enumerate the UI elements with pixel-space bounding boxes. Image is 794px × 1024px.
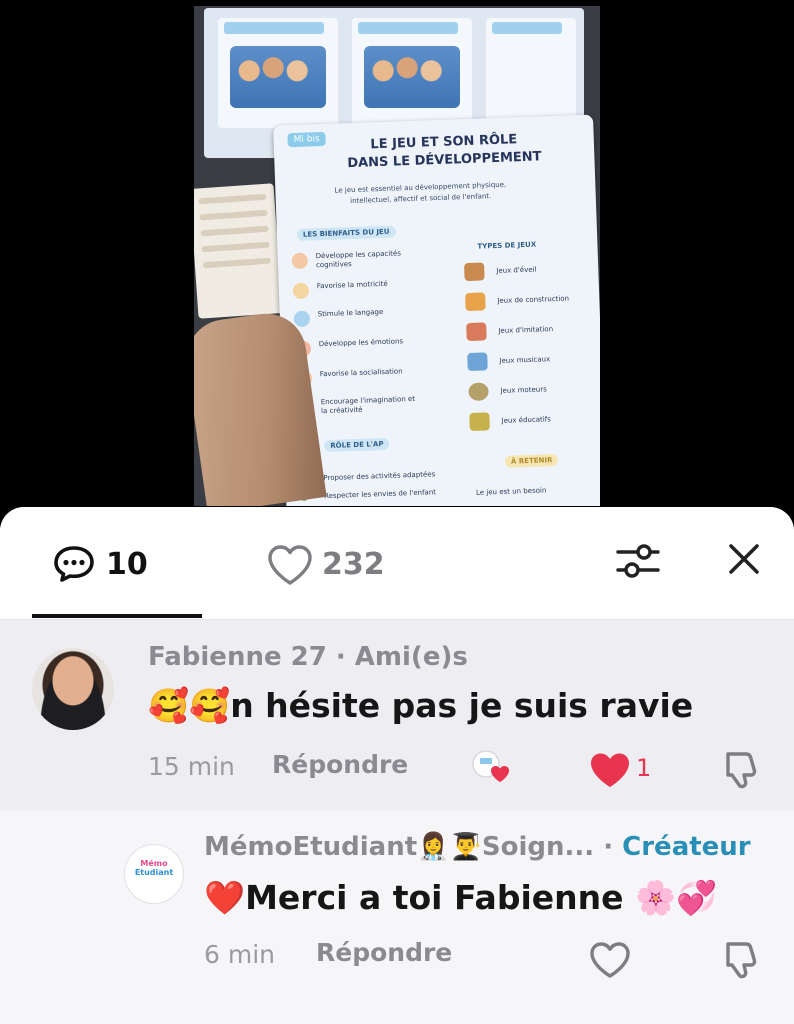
types-heading: TYPES DE JEUX [477, 241, 536, 251]
emoji: 🥰🥰 [148, 686, 231, 725]
retenir-text: Le jeu est un besoin [476, 482, 600, 506]
side-card [194, 183, 283, 319]
retenir-heading: À RETENIR [504, 453, 559, 468]
comment-text: 🥰🥰n hésite pas je suis ravie [148, 686, 693, 726]
dislike-icon[interactable] [720, 938, 764, 982]
tab-comments[interactable]: 10 [32, 535, 202, 619]
benefit-item: Développe les capacités cognitives [291, 246, 433, 273]
types-heading-label: TYPES DE JEUX [477, 240, 537, 251]
heart-outline-icon[interactable] [588, 940, 632, 980]
game-type-label: Jeux éducatifs [501, 415, 551, 425]
comment-author[interactable]: MémoEtudiant👩‍⚕️👨‍🎓Soign... · Créateur [204, 832, 751, 862]
filter-sliders-icon[interactable] [614, 539, 662, 583]
role-label: Respecter les envies de l'enfant [323, 488, 437, 501]
active-tab-indicator [32, 614, 202, 618]
game-type-label: Jeux d'imitation [498, 325, 554, 335]
logo-line: Mémo [140, 859, 168, 868]
comment-bubble-icon [54, 546, 94, 582]
card-intro: Le jeu est essentiel au développement ph… [334, 180, 507, 206]
role-heading: RÔLE DE L'AP [324, 437, 390, 453]
video-frame: Mi bis LE JEU ET SON RÔLE DANS LE DÉVELO… [194, 6, 600, 506]
benefits-heading: LES BIENFAITS DU JEU [296, 225, 396, 241]
username: Fabienne 27 [148, 642, 327, 672]
dislike-icon[interactable] [720, 748, 764, 792]
game-type-item: Jeux d'éveil [464, 259, 595, 286]
role-heading-label: RÔLE DE L'AP [324, 437, 390, 453]
logo-line: Etudiant [134, 868, 174, 877]
role-label: Proposer des activités adaptées [323, 470, 436, 483]
benefit-item: Stimule le langage [293, 304, 435, 331]
comments-sheet: 10 232 Fabienne 27 · Ami(e)s 🥰🥰n hésite … [0, 507, 794, 1024]
likes-count: 232 [322, 547, 385, 582]
poster-image [352, 18, 472, 128]
teddy-bear-icon [464, 262, 485, 282]
separator: · [594, 832, 623, 862]
retenir-heading-label: À RETENIR [504, 453, 559, 468]
heart-filled-icon[interactable] [588, 750, 632, 790]
game-type-item: Jeux éducatifs [469, 408, 600, 435]
like-count: 1 [636, 754, 652, 782]
game-type-item: Jeux musicaux [467, 349, 598, 376]
comment-text: ❤️Merci a toi Fabienne 🌸💞 [204, 878, 718, 917]
card-title: LE JEU ET SON RÔLE DANS LE DÉVELOPPEMENT [314, 129, 575, 174]
creator-liked-badge-icon [472, 750, 509, 782]
retenir-label: Le jeu est un besoin [475, 486, 547, 497]
ball-icon [468, 382, 489, 402]
info-card: Mi bis LE JEU ET SON RÔLE DANS LE DÉVELO… [273, 114, 600, 506]
benefit-label: Favorise la socialisation [319, 367, 403, 379]
benefit-label: Favorise la motricité [316, 279, 388, 291]
game-type-label: Jeux de construction [497, 294, 570, 305]
game-type-item: Jeux d'imitation [466, 319, 597, 346]
game-type-label: Jeux moteurs [500, 385, 547, 395]
avatar[interactable] [32, 648, 114, 730]
poster-image [218, 18, 338, 128]
game-type-label: Jeux musicaux [499, 355, 551, 365]
comment-item: Fabienne 27 · Ami(e)s 🥰🥰n hésite pas je … [0, 620, 794, 810]
game-type-item: Jeux moteurs [468, 379, 599, 406]
poster-image [486, 18, 576, 128]
comment-time: 6 min [204, 940, 275, 969]
xylophone-icon [467, 352, 488, 372]
benefit-label: Encourage l'imagination et la créativité [320, 394, 416, 416]
comment-reply-item: Mémo Etudiant MémoEtudiant👩‍⚕️👨‍🎓Soign...… [0, 812, 794, 1024]
comment-time: 15 min [148, 752, 235, 781]
benefit-label: Développe les capacités cognitives [315, 249, 402, 270]
benefit-label: Développe les émotions [318, 337, 404, 349]
benefit-label: Stimule le langage [317, 307, 384, 319]
game-type-item: Jeux de construction [465, 289, 596, 316]
avatar[interactable]: Mémo Etudiant [124, 844, 184, 904]
close-icon[interactable] [722, 537, 766, 581]
kitchen-toy-icon [466, 322, 487, 342]
benefit-item: Développe les émotions [294, 334, 436, 361]
blocks-icon [465, 292, 486, 312]
sheet-tab-bar: 10 232 [0, 507, 794, 620]
game-type-label: Jeux d'éveil [496, 265, 537, 276]
memo-etudiant-logo: Mémo Etudiant [131, 859, 177, 877]
heart-outline-icon [268, 545, 312, 585]
tab-likes[interactable]: 232 [266, 535, 426, 595]
comment-body: n hésite pas je suis ravie [230, 686, 694, 725]
creator-badge: Créateur [622, 832, 751, 862]
comments-count: 10 [106, 547, 148, 582]
benefit-item: Favorise la motricité [292, 276, 434, 303]
book-icon [469, 412, 490, 432]
video-player[interactable]: Mi bis LE JEU ET SON RÔLE DANS LE DÉVELO… [0, 0, 794, 520]
comment-author[interactable]: Fabienne 27 · Ami(e)s [148, 642, 468, 672]
reply-button[interactable]: Répondre [272, 750, 408, 779]
relation-label: · Ami(e)s [326, 642, 468, 672]
username: MémoEtudiant👩‍⚕️👨‍🎓Soign... [204, 832, 595, 862]
reply-button[interactable]: Répondre [316, 938, 452, 967]
benefits-heading-label: LES BIENFAITS DU JEU [296, 225, 396, 241]
benefit-item: Favorise la socialisation [295, 364, 437, 391]
